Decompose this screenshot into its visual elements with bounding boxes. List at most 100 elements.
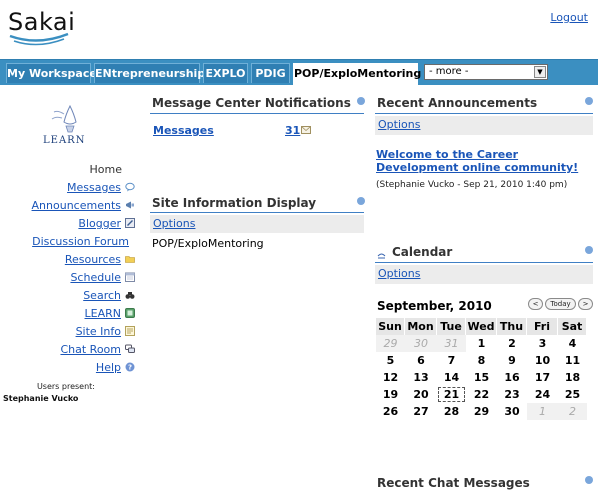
calendar-day[interactable]: 15 [466,369,497,386]
calendar-day[interactable]: 16 [497,369,527,386]
calendar-day[interactable]: 30 [405,335,437,352]
calendar-day[interactable]: 30 [497,403,527,420]
calendar-day[interactable]: 4 [558,335,587,352]
sidebar-item-discussion-forum[interactable]: Discussion Forum [32,234,129,249]
calendar-day[interactable]: 18 [558,369,587,386]
calendar-week-row: 29 30 31 1 2 3 4 [376,335,587,352]
sidebar-item-messages[interactable]: Messages [67,180,135,195]
sidebar-item-label[interactable]: Discussion Forum [32,235,129,248]
calendar-day[interactable]: 27 [405,403,437,420]
calendar-day[interactable]: 26 [376,403,405,420]
calendar-day[interactable]: 21 [437,386,466,403]
calendar-day[interactable]: 7 [437,352,466,369]
help-icon[interactable] [585,97,593,105]
calendar-day[interactable]: 24 [527,386,558,403]
site-info-title: Site Information Display [152,196,317,210]
calendar-weekday: Sun [376,318,405,335]
tab-entrepreneurship[interactable]: ENtrepreneurship [94,63,205,83]
folder-icon [125,256,135,263]
sidebar-item-schedule[interactable]: Schedule [70,270,135,285]
sidebar-item-label[interactable]: LEARN [85,307,121,320]
tab-pdig[interactable]: PDIG [251,63,290,83]
calendar-day[interactable]: 29 [466,403,497,420]
calendar-day[interactable]: 22 [466,386,497,403]
help-icon[interactable] [585,476,593,484]
envelope-icon [301,126,311,134]
calendar-week-row: 5 6 7 8 9 10 11 [376,352,587,369]
help-icon[interactable] [585,246,593,254]
logout-link[interactable]: Logout [550,11,588,24]
sidebar-item-label[interactable]: Resources [65,253,121,266]
site-info-options-link[interactable]: Options [153,217,195,230]
sidebar-item-label[interactable]: Messages [67,181,121,194]
calendar-day[interactable]: 23 [497,386,527,403]
more-sites-select[interactable]: - more - ▼ [424,64,548,80]
calendar-day[interactable]: 28 [437,403,466,420]
sidebar-item-home[interactable]: Home [90,162,122,177]
calendar-day[interactable]: 8 [466,352,497,369]
help-icon[interactable] [357,197,365,205]
sidebar-item-announcements[interactable]: Announcements [32,198,135,213]
announcements-options-link[interactable]: Options [378,118,420,131]
calendar-day[interactable]: 2 [497,335,527,352]
learn-logo[interactable]: LEARN [40,102,100,152]
sidebar-item-help[interactable]: Help? [96,360,135,375]
sidebar-item-learn[interactable]: LEARN [85,306,135,321]
sidebar-item-chat-room[interactable]: Chat Room [60,342,135,357]
help-icon[interactable] [357,97,365,105]
sidebar-item-label[interactable]: Announcements [32,199,121,212]
sidebar-item-search[interactable]: Search [83,288,135,303]
messages-count-link[interactable]: 31 [285,124,300,137]
calendar-day[interactable]: 5 [376,352,405,369]
calendar-day[interactable]: 19 [376,386,405,403]
calendar-day[interactable]: 1 [466,335,497,352]
calendar-icon [125,272,135,282]
calendar-day[interactable]: 31 [437,335,466,352]
tab-pop-explomentoring[interactable]: POP/ExploMentoring [293,63,421,86]
megaphone-icon [126,201,134,209]
calendar-day[interactable]: 3 [527,335,558,352]
more-select-value: - more - [429,66,469,77]
calendar-day[interactable]: 11 [558,352,587,369]
logo-swoosh-icon [9,32,69,46]
sidebar-item-label[interactable]: Blogger [78,217,121,230]
sidebar-item-label[interactable]: Help [96,361,121,374]
portlet-divider [150,212,364,213]
calendar-day[interactable]: 10 [527,352,558,369]
message-center-title: Message Center Notifications [152,96,351,110]
sidebar-item-label[interactable]: Site Info [76,325,121,338]
sidebar-item-label[interactable]: Search [83,289,121,302]
sidebar-item-label[interactable]: Chat Room [60,343,121,356]
tab-my-workspace[interactable]: My Workspace [6,63,97,83]
calendar-collapse-icon[interactable] [377,250,386,259]
calendar-week-row: 26 27 28 29 30 1 2 [376,403,587,420]
calendar-day[interactable]: 12 [376,369,405,386]
tab-explo[interactable]: EXPLO [203,63,248,83]
announcement-headline-link[interactable]: Welcome to the Career Development online… [376,148,591,174]
sidebar-item-blogger[interactable]: Blogger [78,216,135,231]
calendar-next-button[interactable]: > [578,298,593,310]
calendar-day[interactable]: 17 [527,369,558,386]
calendar-day[interactable]: 29 [376,335,405,352]
calendar-weekday: Sat [558,318,587,335]
calendar-today-button[interactable]: Today [545,298,576,310]
calendar-day[interactable]: 9 [497,352,527,369]
sidebar-item-site-info[interactable]: Site Info [76,324,135,339]
calendar-day[interactable]: 20 [405,386,437,403]
calendar-day[interactable]: 1 [527,403,558,420]
calendar-day[interactable]: 14 [437,369,466,386]
sakai-logo[interactable]: Sakai [8,6,78,52]
calendar-weekday: Wed [466,318,497,335]
calendar-body: 29 30 31 1 2 3 4 5 6 7 8 9 10 11 12 13 14 15 16 17 18 19 20 21 2… [376,335,587,420]
calendar-options-link[interactable]: Options [378,267,420,280]
calendar-prev-button[interactable]: < [528,298,543,310]
chat-icon [125,344,135,353]
calendar-day[interactable]: 6 [405,352,437,369]
announcement-byline: (Stephanie Vucko - Sep 21, 2010 1:40 pm) [376,180,568,190]
calendar-day[interactable]: 13 [405,369,437,386]
messages-link[interactable]: Messages [153,124,214,137]
sidebar-item-resources[interactable]: Resources [65,252,135,267]
calendar-day[interactable]: 25 [558,386,587,403]
calendar-day[interactable]: 2 [558,403,587,420]
sidebar-item-label[interactable]: Schedule [70,271,121,284]
